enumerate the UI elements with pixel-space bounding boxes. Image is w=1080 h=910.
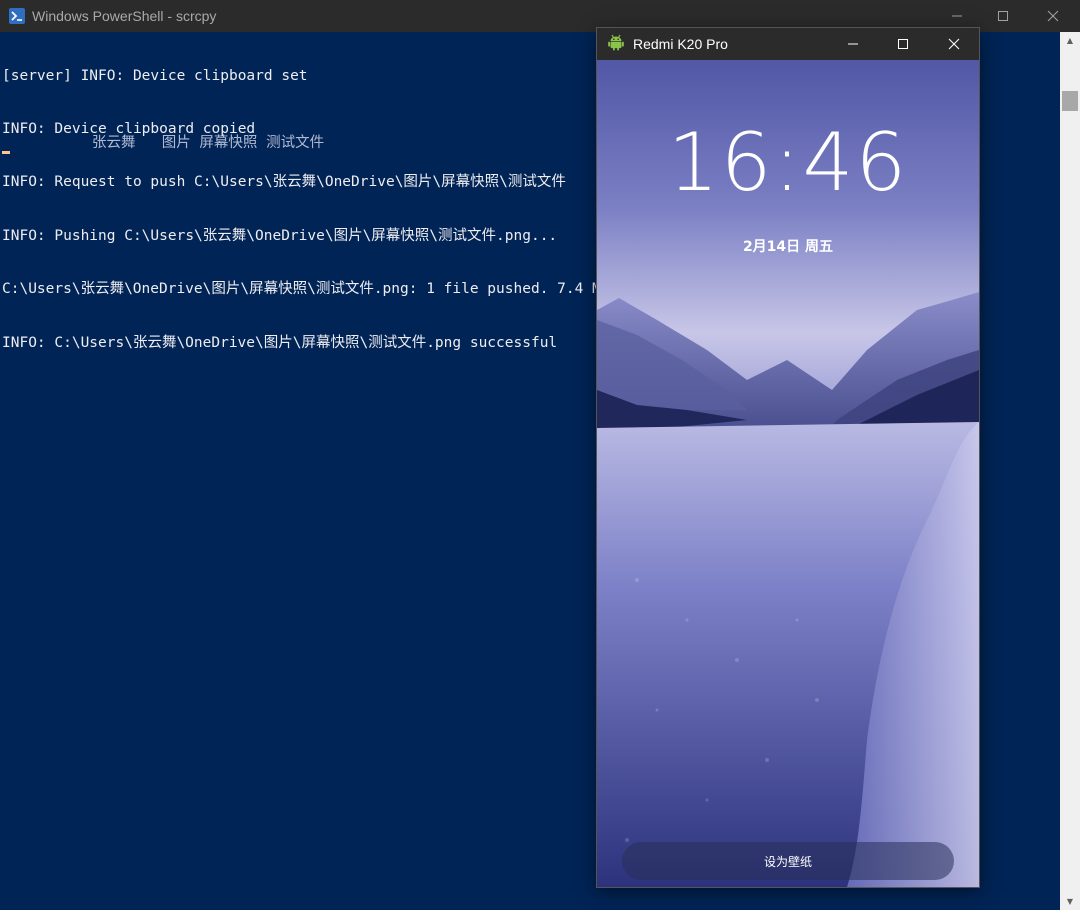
scrcpy-titlebar[interactable]: Redmi K20 Pro <box>597 28 979 60</box>
close-icon <box>948 38 960 50</box>
window-title: Windows PowerShell - scrcpy <box>32 8 217 24</box>
scrcpy-window: Redmi K20 Pro 16:46 2月14日 周五 设为壁纸 <box>597 28 979 887</box>
scroll-down-icon[interactable]: ▼ <box>1060 893 1080 910</box>
minimize-icon <box>952 15 962 17</box>
vertical-scrollbar[interactable]: ▲ ▼ <box>1060 32 1080 910</box>
close-button[interactable] <box>1030 0 1076 32</box>
ime-overlay-text: 张云舞 图片 屏幕快照 测试文件 <box>92 135 325 151</box>
scrcpy-minimize-button[interactable] <box>833 28 873 60</box>
minimize-icon <box>848 43 858 45</box>
close-icon <box>1047 10 1059 22</box>
maximize-icon <box>898 39 908 49</box>
android-icon <box>607 33 625 55</box>
maximize-button[interactable] <box>980 0 1026 32</box>
scrcpy-maximize-button[interactable] <box>883 28 923 60</box>
lock-screen-clock: 16:46 <box>667 116 909 209</box>
device-screen[interactable]: 16:46 2月14日 周五 设为壁纸 <box>597 60 979 887</box>
scroll-thumb[interactable] <box>1062 91 1078 111</box>
text-cursor <box>2 151 10 154</box>
lock-screen-date: 2月14日 周五 <box>742 239 834 255</box>
device-title: Redmi K20 Pro <box>633 36 728 52</box>
scrcpy-close-button[interactable] <box>934 28 974 60</box>
scroll-up-icon[interactable]: ▲ <box>1060 32 1080 49</box>
maximize-icon <box>998 11 1008 21</box>
powershell-icon <box>9 8 25 24</box>
set-wallpaper-button[interactable]: 设为壁纸 <box>622 842 954 880</box>
